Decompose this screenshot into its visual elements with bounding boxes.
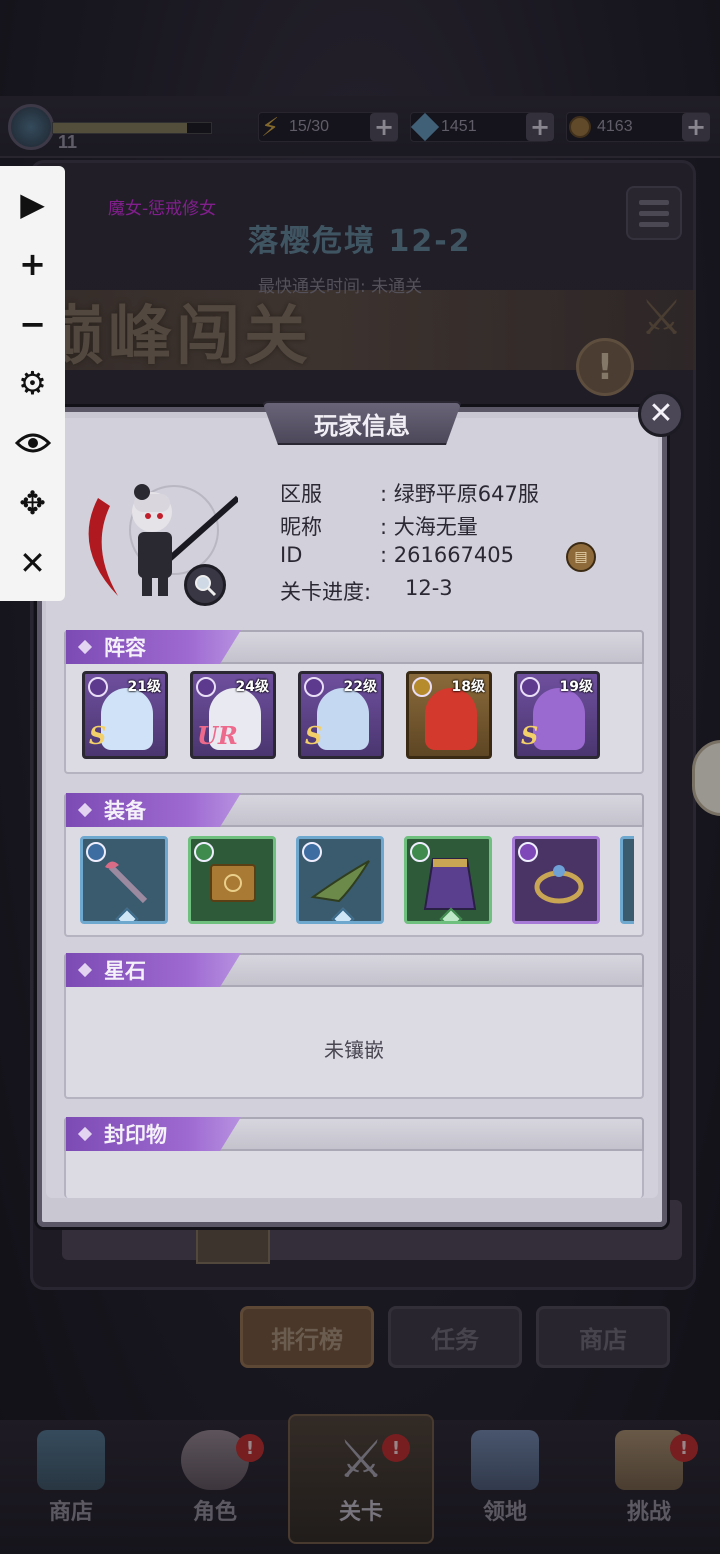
hero-level: 21级 (127, 679, 161, 695)
progress-label: 关卡进度: (280, 580, 372, 604)
copy-id-icon[interactable]: ▤ (566, 542, 596, 572)
game-screen: 11 ⚡ 15/30 + 1451 + 4163 + 巅峰闯关 魔女-惩戒修女 … (0, 0, 720, 1554)
hero-level: 18级 (451, 679, 485, 695)
id-label: ID (280, 543, 303, 567)
seal-title: 封印物 (66, 1117, 241, 1151)
hero-rank: UR (197, 721, 238, 750)
skirt-icon (423, 858, 477, 910)
hero-level: 22级 (343, 679, 377, 695)
sword-class-icon (412, 677, 432, 697)
hero-rank: S (89, 721, 107, 750)
equipment-slot[interactable] (296, 836, 384, 924)
play-icon[interactable]: ▶ (13, 184, 53, 224)
close-icon[interactable]: ✕ (13, 543, 53, 583)
nickname-label: 昵称 (280, 515, 322, 539)
equipment-slot[interactable] (188, 836, 276, 924)
hero-card[interactable]: 21级 S (82, 671, 168, 759)
close-dialog-button[interactable]: ✕ (638, 391, 684, 437)
move-icon[interactable]: ✥ (13, 483, 53, 523)
zoom-in-icon[interactable]: + (13, 244, 53, 284)
equipment-title: 装备 (66, 793, 241, 827)
hero-level: 24级 (235, 679, 269, 695)
hero-rank: S (305, 721, 323, 750)
equipment-slot-partial[interactable] (620, 836, 634, 924)
server-value: : 绿野平原647服 (380, 482, 539, 506)
progress-value: 12-3 (405, 576, 453, 600)
staff-class-icon (88, 677, 108, 697)
id-value: : 261667405 (380, 543, 514, 567)
hero-card[interactable]: 22级 S (298, 671, 384, 759)
starstone-title: 星石 (66, 953, 241, 987)
starstone-empty-text: 未镶嵌 (324, 1038, 384, 1062)
hero-card[interactable]: 24级 UR (190, 671, 276, 759)
staff-class-icon (196, 677, 216, 697)
wand-class-icon (304, 677, 324, 697)
equipment-slot[interactable] (404, 836, 492, 924)
server-label: 区服 (280, 482, 322, 506)
eye-icon[interactable] (13, 423, 53, 463)
gear-class-icon (520, 677, 540, 697)
hat-icon (310, 860, 370, 903)
equipment-slot[interactable] (512, 836, 600, 924)
equipment-slot[interactable] (80, 836, 168, 924)
magnify-icon[interactable] (184, 564, 226, 606)
gear-icon[interactable]: ⚙ (13, 363, 53, 403)
hero-portrait (317, 688, 369, 750)
book-icon (210, 864, 256, 902)
floating-toolbar: ▶ + − ⚙ ✥ ✕ (0, 166, 65, 601)
hero-portrait (533, 688, 585, 750)
zoom-out-icon[interactable]: − (13, 304, 53, 344)
hero-level: 19级 (559, 679, 593, 695)
hero-portrait (425, 688, 477, 750)
hero-card[interactable]: 19级 S (514, 671, 600, 759)
dialog-title: 玩家信息 (262, 401, 462, 445)
ring-icon (534, 865, 584, 904)
staff-icon (105, 861, 148, 904)
hero-card[interactable]: 18级 (406, 671, 492, 759)
lineup-title: 阵容 (66, 630, 241, 664)
nickname-value: : 大海无量 (380, 515, 478, 539)
hero-portrait (101, 688, 153, 750)
hero-rank: S (521, 721, 539, 750)
